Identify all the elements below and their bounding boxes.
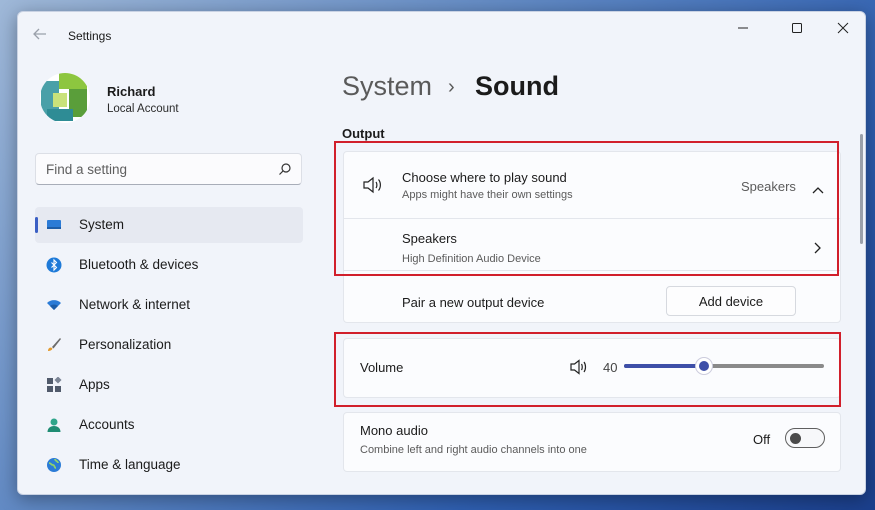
sidebar-item-label: Personalization [79,337,172,352]
sidebar-item-network[interactable]: Network & internet [35,287,303,323]
wifi-icon [46,297,62,313]
sidebar-item-label: Accounts [79,417,135,432]
toggle-knob [790,432,801,444]
sidebar-item-label: System [79,217,125,232]
mono-audio-toggle[interactable] [785,428,825,448]
minimize-icon[interactable] [720,12,766,44]
close-icon[interactable] [820,12,865,44]
sidebar-item-personalization[interactable]: Personalization [35,327,303,363]
mono-audio-subtitle: Combine left and right audio channels in… [360,444,587,456]
avatar[interactable] [39,69,91,127]
sidebar-item-label: Network & internet [79,297,191,312]
sidebar-item-apps[interactable]: Apps [35,367,303,403]
bluetooth-icon [46,257,62,273]
sidebar-item-bluetooth[interactable]: Bluetooth & devices [35,247,303,283]
person-icon [46,417,62,433]
monitor-icon [46,217,62,233]
add-device-button[interactable]: Add device [666,286,796,316]
highlight-volume [334,332,841,407]
globe-icon [46,457,62,473]
sidebar-item-accounts[interactable]: Accounts [35,407,303,443]
app-title: Settings [68,29,112,43]
title-bar: Settings [18,12,865,56]
mono-audio-state: Off [753,432,771,447]
sidebar-item-label: Apps [79,377,110,392]
user-name: Richard [107,84,156,99]
highlight-output-selection [334,141,839,276]
search-placeholder: Find a setting [46,162,128,177]
breadcrumb-parent[interactable]: System [342,71,432,102]
maximize-icon[interactable] [774,12,820,44]
mono-audio-title: Mono audio [360,423,428,438]
sidebar-item-time-language[interactable]: Time & language [35,447,303,483]
sidebar-item-label: Time & language [79,457,181,472]
sidebar-item-system[interactable]: System [35,207,303,243]
active-indicator [35,217,38,233]
search-icon[interactable] [278,162,292,176]
sidebar-item-label: Bluetooth & devices [79,257,199,272]
search-input[interactable]: Find a setting [35,153,302,185]
breadcrumb-separator: › [448,76,455,98]
mono-audio-row: Mono audio Combine left and right audio … [343,412,841,472]
account-type: Local Account [107,103,179,115]
brush-icon [46,337,62,353]
pair-device-title: Pair a new output device [402,295,545,310]
scrollbar[interactable] [860,134,863,244]
back-arrow-icon[interactable] [32,26,50,44]
page-title: Sound [475,71,559,101]
section-header-output: Output [342,126,385,141]
settings-window: Settings Richard Local Account Find a se… [17,11,866,495]
apps-icon [46,376,62,393]
